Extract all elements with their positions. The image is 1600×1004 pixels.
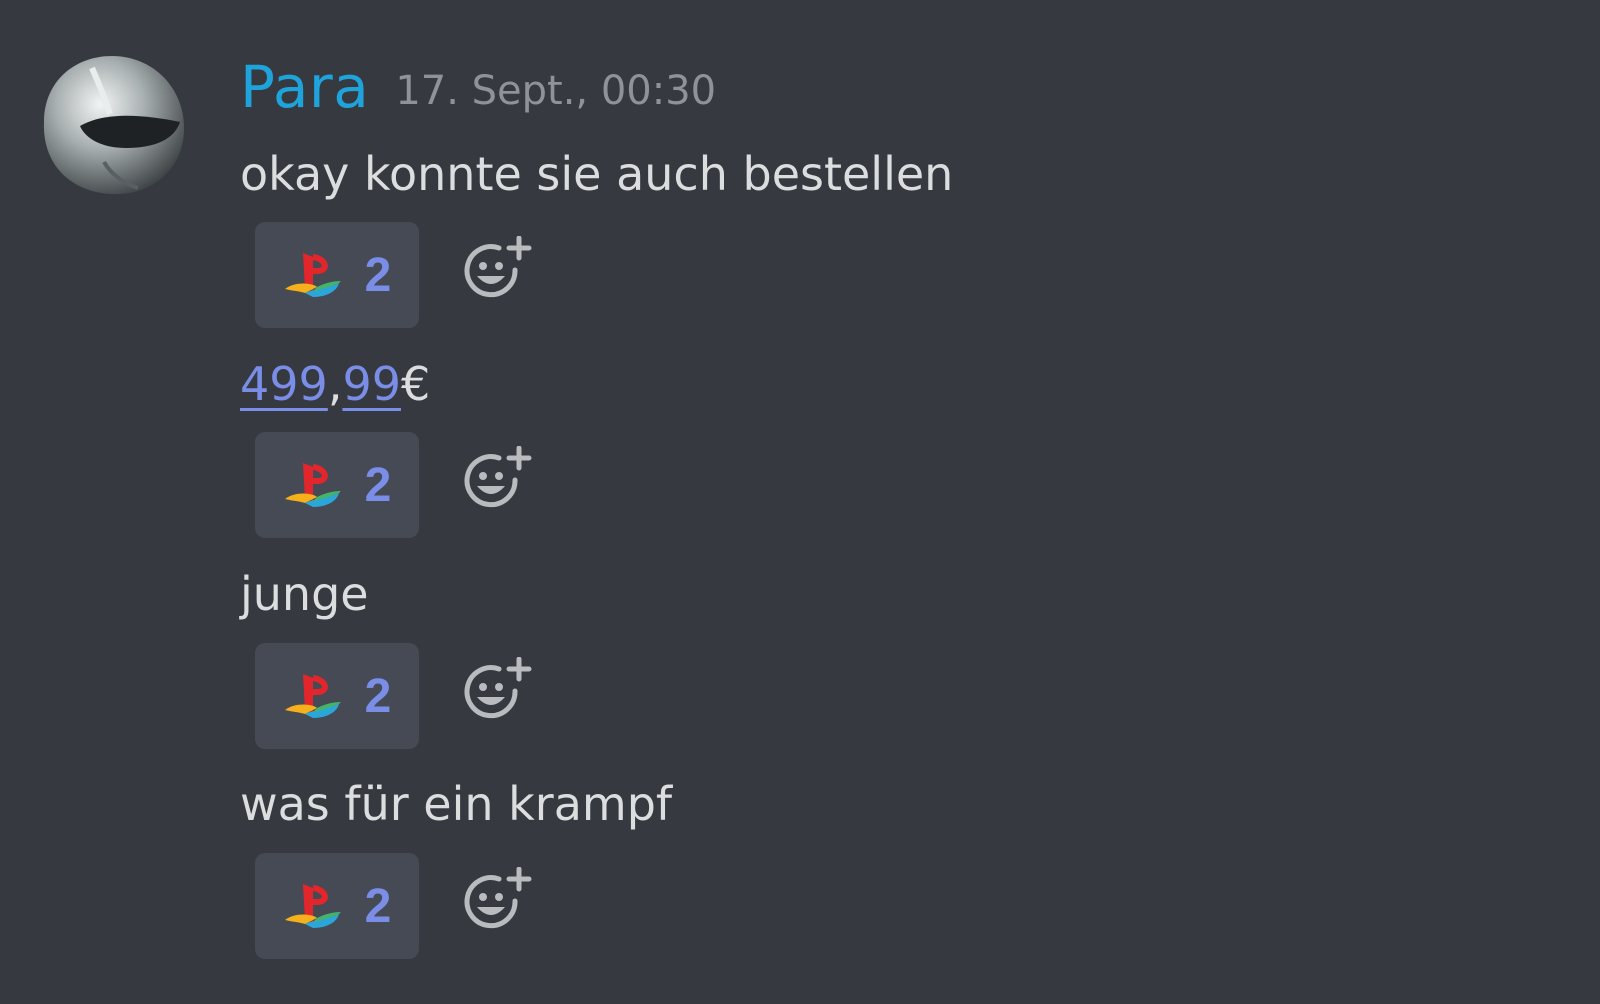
message-header: Para 17. Sept., 00:30 — [240, 52, 716, 122]
playstation-logo-icon — [283, 249, 343, 301]
reaction-count: 2 — [364, 879, 392, 933]
reaction-count: 2 — [364, 248, 392, 302]
message-text: okay konnte sie auch bestellen — [240, 147, 954, 201]
avatar[interactable] — [34, 52, 190, 198]
reaction-pill[interactable]: 2 — [255, 643, 419, 749]
timestamp: 17. Sept., 00:30 — [395, 68, 717, 114]
reaction-count: 2 — [364, 669, 392, 723]
message-text: junge — [240, 567, 369, 621]
playstation-logo-icon — [283, 880, 343, 932]
reaction-pill[interactable]: 2 — [255, 853, 419, 959]
reaction-count: 2 — [364, 458, 392, 512]
reaction-pill[interactable]: 2 — [255, 222, 419, 328]
number-link[interactable]: 499 — [240, 357, 328, 411]
add-reaction-icon[interactable] — [463, 657, 533, 727]
message-text: was für ein krampf — [240, 777, 673, 831]
username[interactable]: Para — [240, 53, 369, 121]
playstation-logo-icon — [283, 670, 343, 722]
add-reaction-icon[interactable] — [463, 236, 533, 306]
reaction-pill[interactable]: 2 — [255, 432, 419, 538]
currency-symbol: € — [400, 357, 431, 411]
separator: , — [327, 357, 343, 411]
add-reaction-icon[interactable] — [463, 867, 533, 937]
number-link[interactable]: 99 — [342, 357, 401, 411]
message-text: 499,99€ — [240, 354, 430, 414]
playstation-logo-icon — [283, 459, 343, 511]
add-reaction-icon[interactable] — [463, 446, 533, 516]
